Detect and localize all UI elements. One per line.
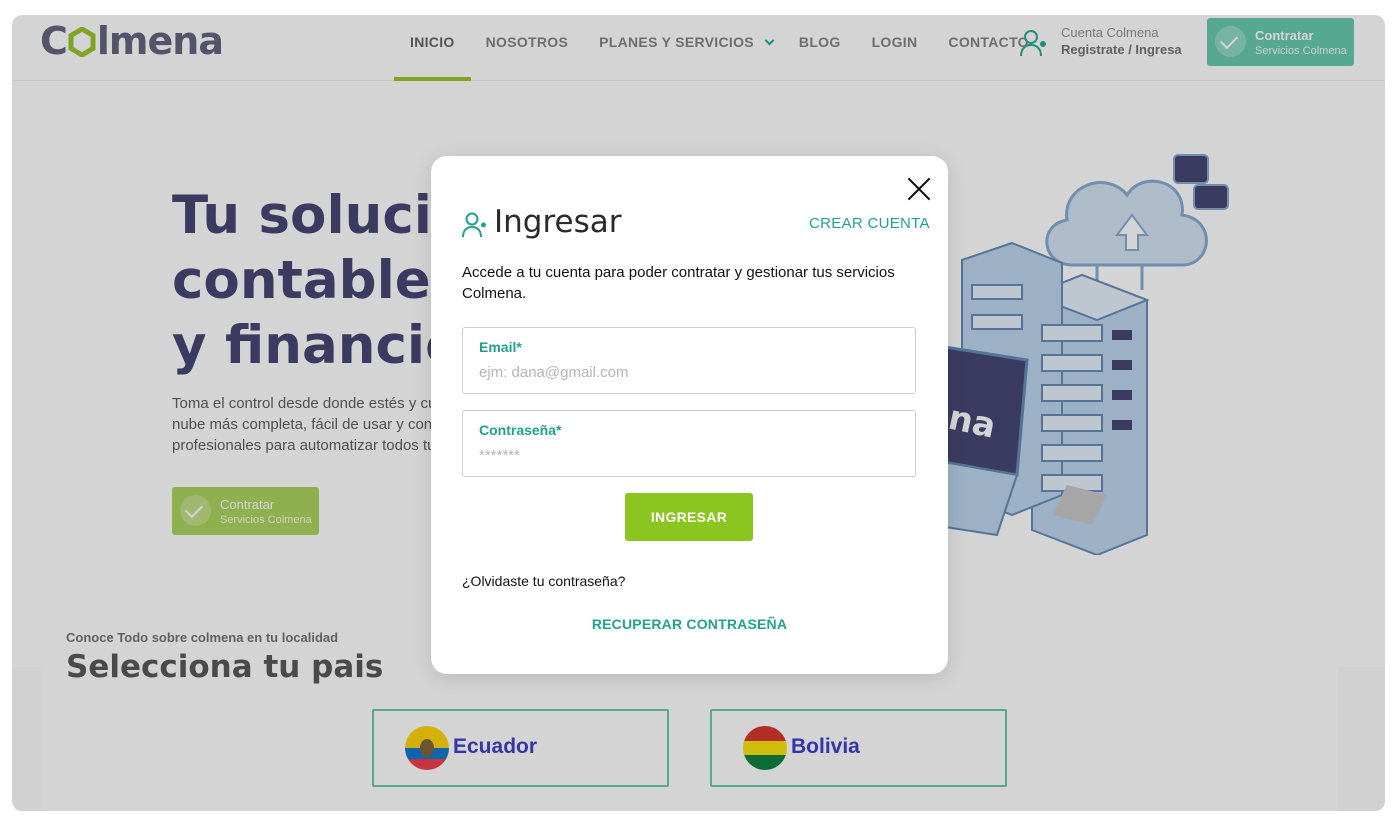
create-account-link[interactable]: CREAR CUENTA [809, 215, 930, 232]
password-label: Contraseña* [479, 422, 562, 438]
browser-frame: Clmena INICIO NOSOTROS PLANES Y SERVICIO… [12, 15, 1385, 811]
close-icon[interactable] [906, 176, 932, 202]
password-input[interactable] [479, 444, 899, 466]
email-label: Email* [479, 339, 522, 355]
user-icon [462, 212, 486, 238]
forgot-password-text: ¿Olvidaste tu contraseña? [462, 573, 626, 589]
login-modal: Ingresar CREAR CUENTA Accede a tu cuenta… [431, 156, 948, 674]
ingresar-button[interactable]: INGRESAR [625, 493, 753, 541]
password-field[interactable]: Contraseña* [462, 410, 916, 477]
email-field[interactable]: Email* [462, 327, 916, 394]
email-input[interactable] [479, 361, 899, 383]
modal-title: Ingresar [494, 204, 622, 240]
recover-password-link[interactable]: RECUPERAR CONTRASEÑA [431, 616, 948, 632]
modal-description: Accede a tu cuenta para poder contratar … [462, 264, 895, 302]
